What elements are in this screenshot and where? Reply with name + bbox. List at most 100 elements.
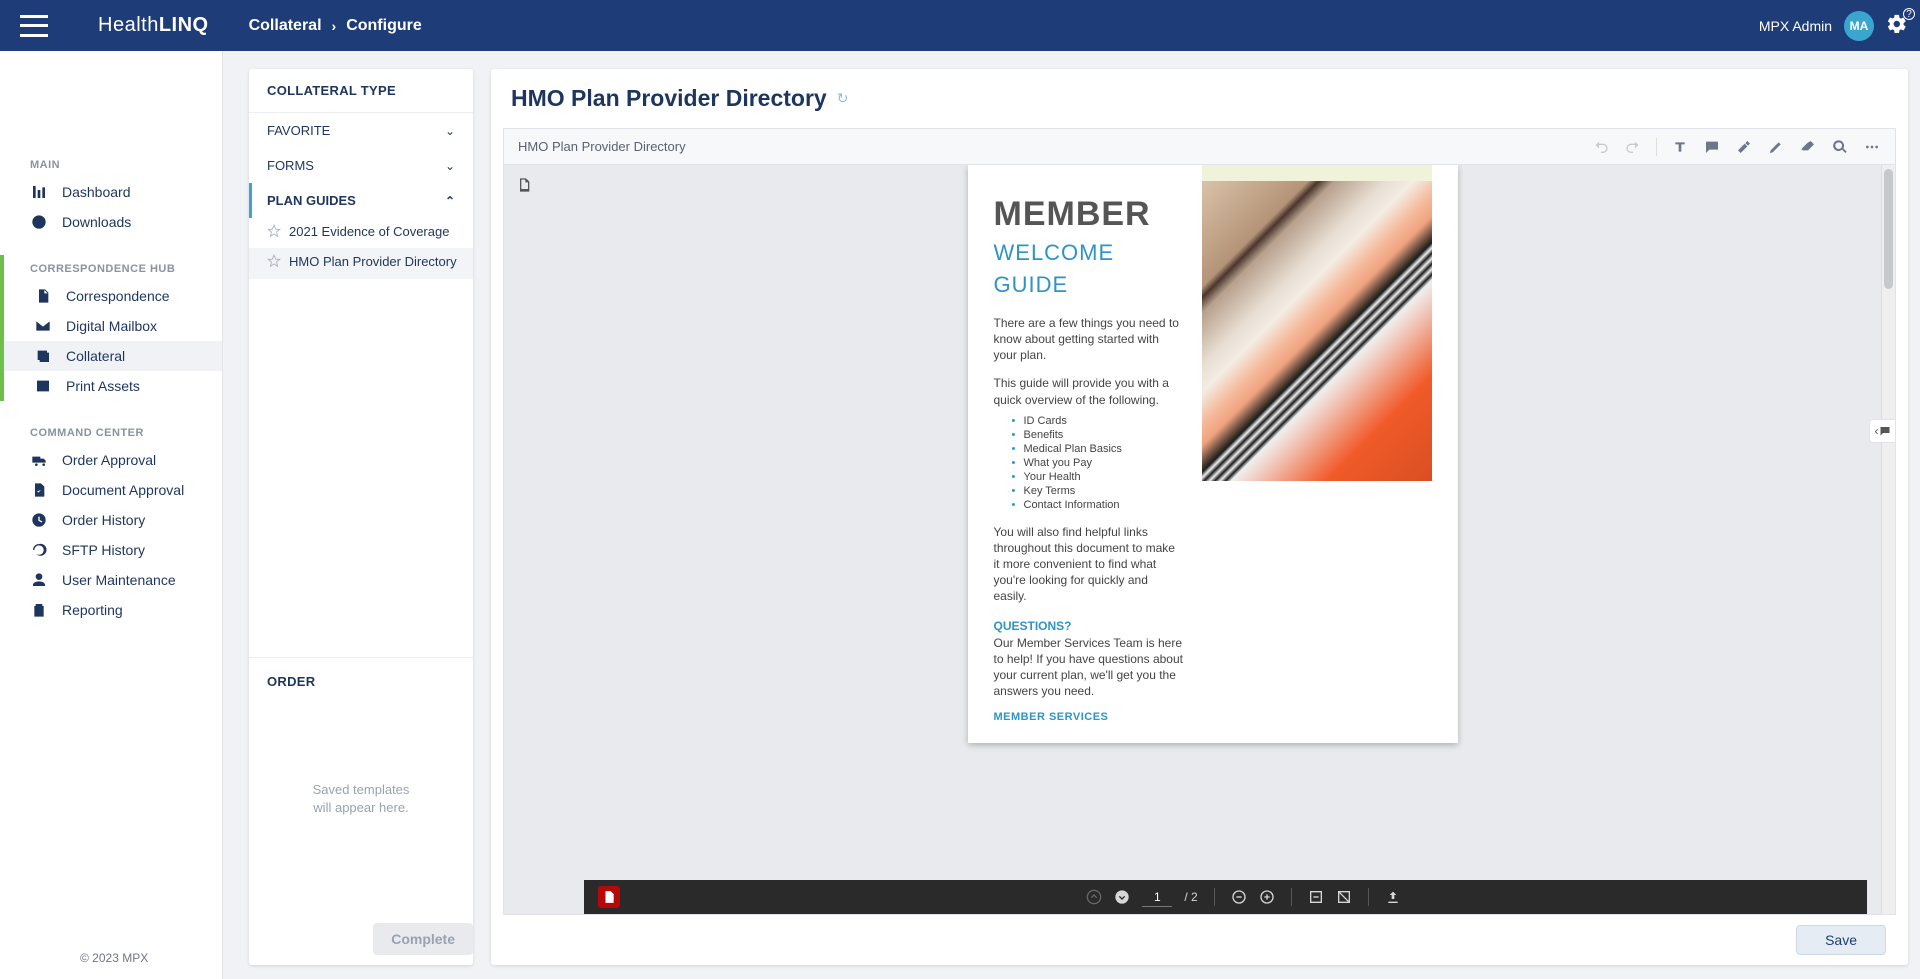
- text-tool-icon[interactable]: [1671, 138, 1689, 156]
- image-icon: [34, 378, 52, 394]
- pages-icon: [516, 177, 532, 193]
- user-icon: [30, 572, 48, 588]
- more-icon[interactable]: [1863, 138, 1881, 156]
- doc-member-services-heading: MEMBER SERVICES: [994, 711, 1184, 723]
- category-label: PLAN GUIDES: [267, 193, 356, 208]
- pdf-control-bar: / 2: [584, 880, 1867, 914]
- menu-icon[interactable]: [20, 15, 48, 37]
- chevron-down-icon: ⌄: [445, 124, 455, 138]
- document-check-icon: [30, 482, 48, 498]
- sidebar-item-digital-mailbox[interactable]: Digital Mailbox: [4, 311, 222, 341]
- comments-panel-toggle[interactable]: ‹: [1869, 419, 1895, 443]
- page-up-icon[interactable]: [1086, 889, 1102, 905]
- scrollbar[interactable]: [1881, 165, 1895, 914]
- sidebar-item-correspondence[interactable]: Correspondence: [4, 281, 222, 311]
- viewer-toolbar: HMO Plan Provider Directory: [504, 129, 1895, 165]
- section-command-title: COMMAND CENTER: [0, 419, 222, 445]
- refresh-icon[interactable]: ↻: [837, 90, 849, 107]
- workspace: COLLATERAL TYPE FAVORITE ⌄ FORMS ⌄ PLAN …: [223, 51, 1920, 979]
- avatar[interactable]: MA: [1844, 11, 1874, 41]
- doc-paragraph: You will also find helpful links through…: [994, 524, 1184, 605]
- document-page: MEMBER WELCOME GUIDE Thank you for choos…: [968, 165, 1458, 743]
- page-down-icon[interactable]: [1114, 889, 1130, 905]
- truck-icon: [30, 452, 48, 468]
- sidebar-item-downloads[interactable]: Downloads: [0, 207, 222, 237]
- sidebar-item-dashboard[interactable]: Dashboard: [0, 177, 222, 207]
- document-viewer: HMO Plan Provider Directory: [503, 128, 1896, 915]
- sidebar-item-order-history[interactable]: Order History: [0, 505, 222, 535]
- section-main-title: MAIN: [0, 151, 222, 177]
- sidebar-item-print-assets[interactable]: Print Assets: [4, 371, 222, 401]
- doc-bullet: ID Cards: [1012, 414, 1184, 428]
- help-icon[interactable]: ?: [1903, 8, 1915, 20]
- doc-bullet: Contact Information: [1012, 498, 1184, 512]
- page-area[interactable]: MEMBER WELCOME GUIDE Thank you for choos…: [544, 165, 1881, 914]
- sidebar-item-label: SFTP History: [62, 542, 145, 558]
- collateral-type-panel: COLLATERAL TYPE FAVORITE ⌄ FORMS ⌄ PLAN …: [249, 69, 473, 965]
- sidebar-item-document-approval[interactable]: Document Approval: [0, 475, 222, 505]
- brand-logo: HealthLINQ: [98, 14, 209, 37]
- redo-icon[interactable]: [1624, 138, 1642, 156]
- sidebar-item-label: User Maintenance: [62, 572, 176, 588]
- clipboard-icon: [30, 602, 48, 618]
- fit-width-icon[interactable]: [1308, 889, 1324, 905]
- doc-intro2: This guide will provide you with a quick…: [994, 375, 1184, 407]
- doc-bullet: Your Health: [1012, 470, 1184, 484]
- pdf-icon: [598, 886, 620, 908]
- star-outline-icon[interactable]: [267, 254, 281, 272]
- page-total: / 2: [1184, 890, 1197, 904]
- left-sidebar: MAIN Dashboard Downloads CORRESPONDENCE …: [0, 51, 223, 979]
- sidebar-item-label: Document Approval: [62, 482, 184, 498]
- sidebar-item-order-approval[interactable]: Order Approval: [0, 445, 222, 475]
- zoom-in-icon[interactable]: [1259, 889, 1275, 905]
- sidebar-item-collateral[interactable]: Collateral: [4, 341, 222, 371]
- page-number-input[interactable]: [1142, 888, 1172, 907]
- breadcrumb: Collateral › Configure: [249, 17, 422, 35]
- star-outline-icon[interactable]: [267, 224, 281, 242]
- highlighter-icon[interactable]: [1735, 138, 1753, 156]
- category-forms[interactable]: FORMS ⌄: [249, 148, 473, 183]
- sidebar-item-label: Digital Mailbox: [66, 318, 157, 334]
- chevron-up-icon: ⌃: [445, 194, 455, 208]
- sidebar-item-label: Print Assets: [66, 378, 140, 394]
- sidebar-item-sftp-history[interactable]: SFTP History: [0, 535, 222, 565]
- sync-icon: [30, 542, 48, 558]
- doc-hero-image: [1202, 181, 1432, 481]
- complete-button[interactable]: Complete: [373, 923, 473, 955]
- order-block: ORDER Saved templates will appear here.: [249, 657, 473, 917]
- undo-icon[interactable]: [1592, 138, 1610, 156]
- order-empty-state: Saved templates will appear here.: [267, 689, 455, 909]
- section-hub-title: CORRESPONDENCE HUB: [4, 255, 222, 281]
- download-icon: [30, 214, 48, 230]
- sidebar-item-label: Reporting: [62, 602, 123, 618]
- collateral-type-title: COLLATERAL TYPE: [249, 69, 473, 113]
- pencil-icon[interactable]: [1767, 138, 1785, 156]
- viewer-doc-name: HMO Plan Provider Directory: [518, 139, 686, 154]
- category-label: FORMS: [267, 158, 314, 173]
- sidebar-item-reporting[interactable]: Reporting: [0, 595, 222, 625]
- sidebar-item-user-maintenance[interactable]: User Maintenance: [0, 565, 222, 595]
- collateral-item-label: HMO Plan Provider Directory: [289, 254, 457, 270]
- comment-icon[interactable]: [1703, 138, 1721, 156]
- scrollbar-thumb[interactable]: [1884, 169, 1893, 289]
- upload-icon[interactable]: [1385, 889, 1401, 905]
- category-plan-guides[interactable]: PLAN GUIDES ⌃: [249, 183, 473, 218]
- search-icon[interactable]: [1831, 138, 1849, 156]
- copyright: © 2023 MPX: [0, 941, 222, 979]
- save-button[interactable]: Save: [1796, 925, 1886, 955]
- doc-bullet: Medical Plan Basics: [1012, 442, 1184, 456]
- thumbnail-rail[interactable]: [504, 165, 544, 914]
- history-icon: [30, 512, 48, 528]
- zoom-out-icon[interactable]: [1231, 889, 1247, 905]
- sidebar-item-label: Dashboard: [62, 184, 131, 200]
- breadcrumb-collateral[interactable]: Collateral: [249, 17, 322, 35]
- sidebar-item-label: Downloads: [62, 214, 131, 230]
- collateral-item-hmo-directory[interactable]: HMO Plan Provider Directory: [249, 248, 473, 278]
- category-favorite[interactable]: FAVORITE ⌄: [249, 113, 473, 148]
- settings-button[interactable]: ?: [1886, 13, 1908, 38]
- eraser-icon[interactable]: [1799, 138, 1817, 156]
- collateral-item-eoc[interactable]: 2021 Evidence of Coverage: [249, 218, 473, 248]
- user-name-label: MPX Admin: [1759, 18, 1832, 34]
- doc-bullet-list: ID Cards Benefits Medical Plan Basics Wh…: [1012, 414, 1184, 512]
- fit-page-icon[interactable]: [1336, 889, 1352, 905]
